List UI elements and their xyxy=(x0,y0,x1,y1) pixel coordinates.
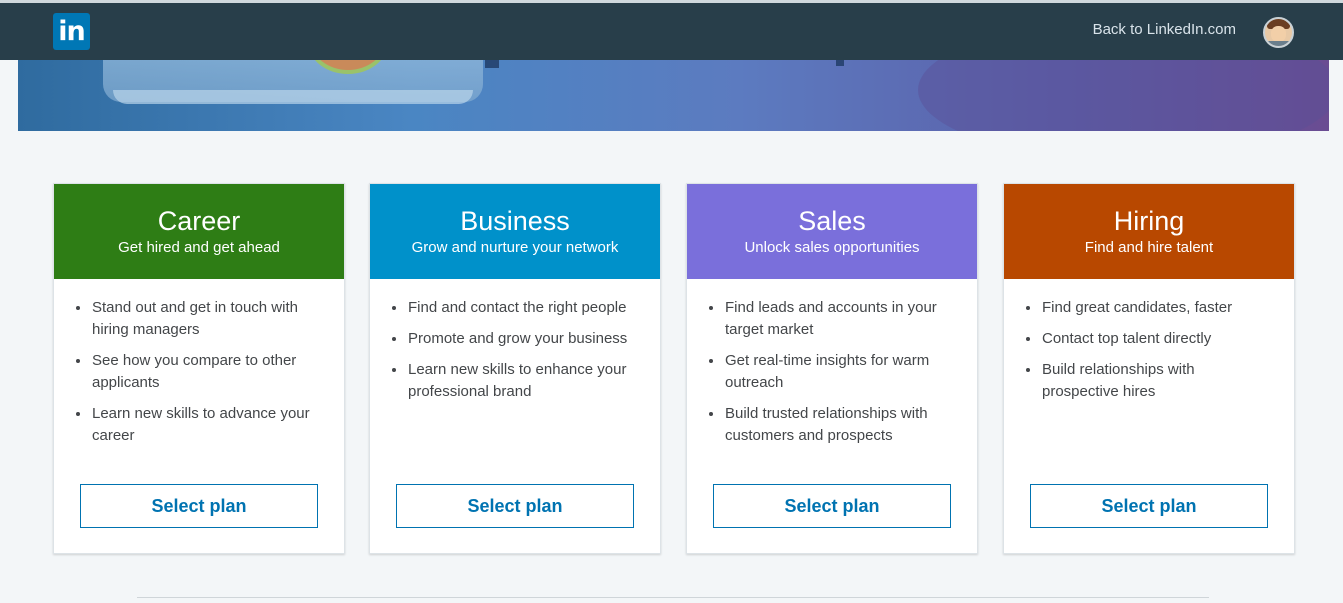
plan-benefits-list: Find and contact the right people Promot… xyxy=(370,279,660,403)
linkedin-logo[interactable]: in xyxy=(53,13,90,50)
list-item: Find great candidates, faster xyxy=(1026,297,1274,319)
plan-card-hiring: Hiring Find and hire talent Find great c… xyxy=(1003,183,1295,554)
list-item: Build trusted relationships with custome… xyxy=(709,403,957,447)
select-plan-button[interactable]: Select plan xyxy=(713,484,951,528)
plan-card-header: Business Grow and nurture your network xyxy=(370,184,660,279)
plan-card-header: Hiring Find and hire talent xyxy=(1004,184,1294,279)
plan-benefits-list: Find great candidates, faster Contact to… xyxy=(1004,279,1294,403)
list-item: Build relationships with prospective hir… xyxy=(1026,359,1274,403)
plan-title: Sales xyxy=(798,206,866,236)
list-item: Stand out and get in touch with hiring m… xyxy=(76,297,324,341)
plan-card-header: Sales Unlock sales opportunities xyxy=(687,184,977,279)
back-to-linkedin-link[interactable]: Back to LinkedIn.com xyxy=(1093,21,1236,38)
select-plan-button[interactable]: Select plan xyxy=(396,484,634,528)
top-nav-bar: in Back to LinkedIn.com xyxy=(0,0,1343,60)
plan-card-business: Business Grow and nurture your network F… xyxy=(369,183,661,554)
hero-laptop-base xyxy=(113,90,473,104)
select-plan-button[interactable]: Select plan xyxy=(80,484,318,528)
plan-benefits-list: Find leads and accounts in your target m… xyxy=(687,279,977,447)
plan-subtitle: Find and hire talent xyxy=(1084,239,1214,256)
avatar-face xyxy=(1271,26,1286,42)
avatar-shirt xyxy=(1265,41,1292,46)
list-item: See how you compare to other applicants xyxy=(76,350,324,394)
hero-background-shape xyxy=(918,60,1329,131)
avatar[interactable] xyxy=(1263,17,1294,48)
list-item: Get real-time insights for warm outreach xyxy=(709,350,957,394)
plan-subtitle: Unlock sales opportunities xyxy=(744,239,920,256)
select-plan-button[interactable]: Select plan xyxy=(1030,484,1268,528)
plan-subtitle: Grow and nurture your network xyxy=(411,239,619,256)
plan-title: Hiring xyxy=(1113,206,1185,236)
list-item: Find leads and accounts in your target m… xyxy=(709,297,957,341)
plan-title: Career xyxy=(157,206,241,236)
plan-title: Business xyxy=(460,206,570,236)
plan-card-career: Career Get hired and get ahead Stand out… xyxy=(53,183,345,554)
hero-text-fragment xyxy=(836,60,844,66)
plan-card-header: Career Get hired and get ahead xyxy=(54,184,344,279)
plan-benefits-list: Stand out and get in touch with hiring m… xyxy=(54,279,344,447)
list-item: Find and contact the right people xyxy=(392,297,640,319)
list-item: Contact top talent directly xyxy=(1026,328,1274,350)
plan-card-sales: Sales Unlock sales opportunities Find le… xyxy=(686,183,978,554)
list-item: Learn new skills to advance your career xyxy=(76,403,324,447)
footer-divider xyxy=(137,597,1209,598)
plan-subtitle: Get hired and get ahead xyxy=(118,239,280,256)
list-item: Promote and grow your business xyxy=(392,328,640,350)
list-item: Learn new skills to enhance your profess… xyxy=(392,359,640,403)
hero-text-fragment xyxy=(485,60,499,68)
hero-banner xyxy=(18,60,1329,131)
